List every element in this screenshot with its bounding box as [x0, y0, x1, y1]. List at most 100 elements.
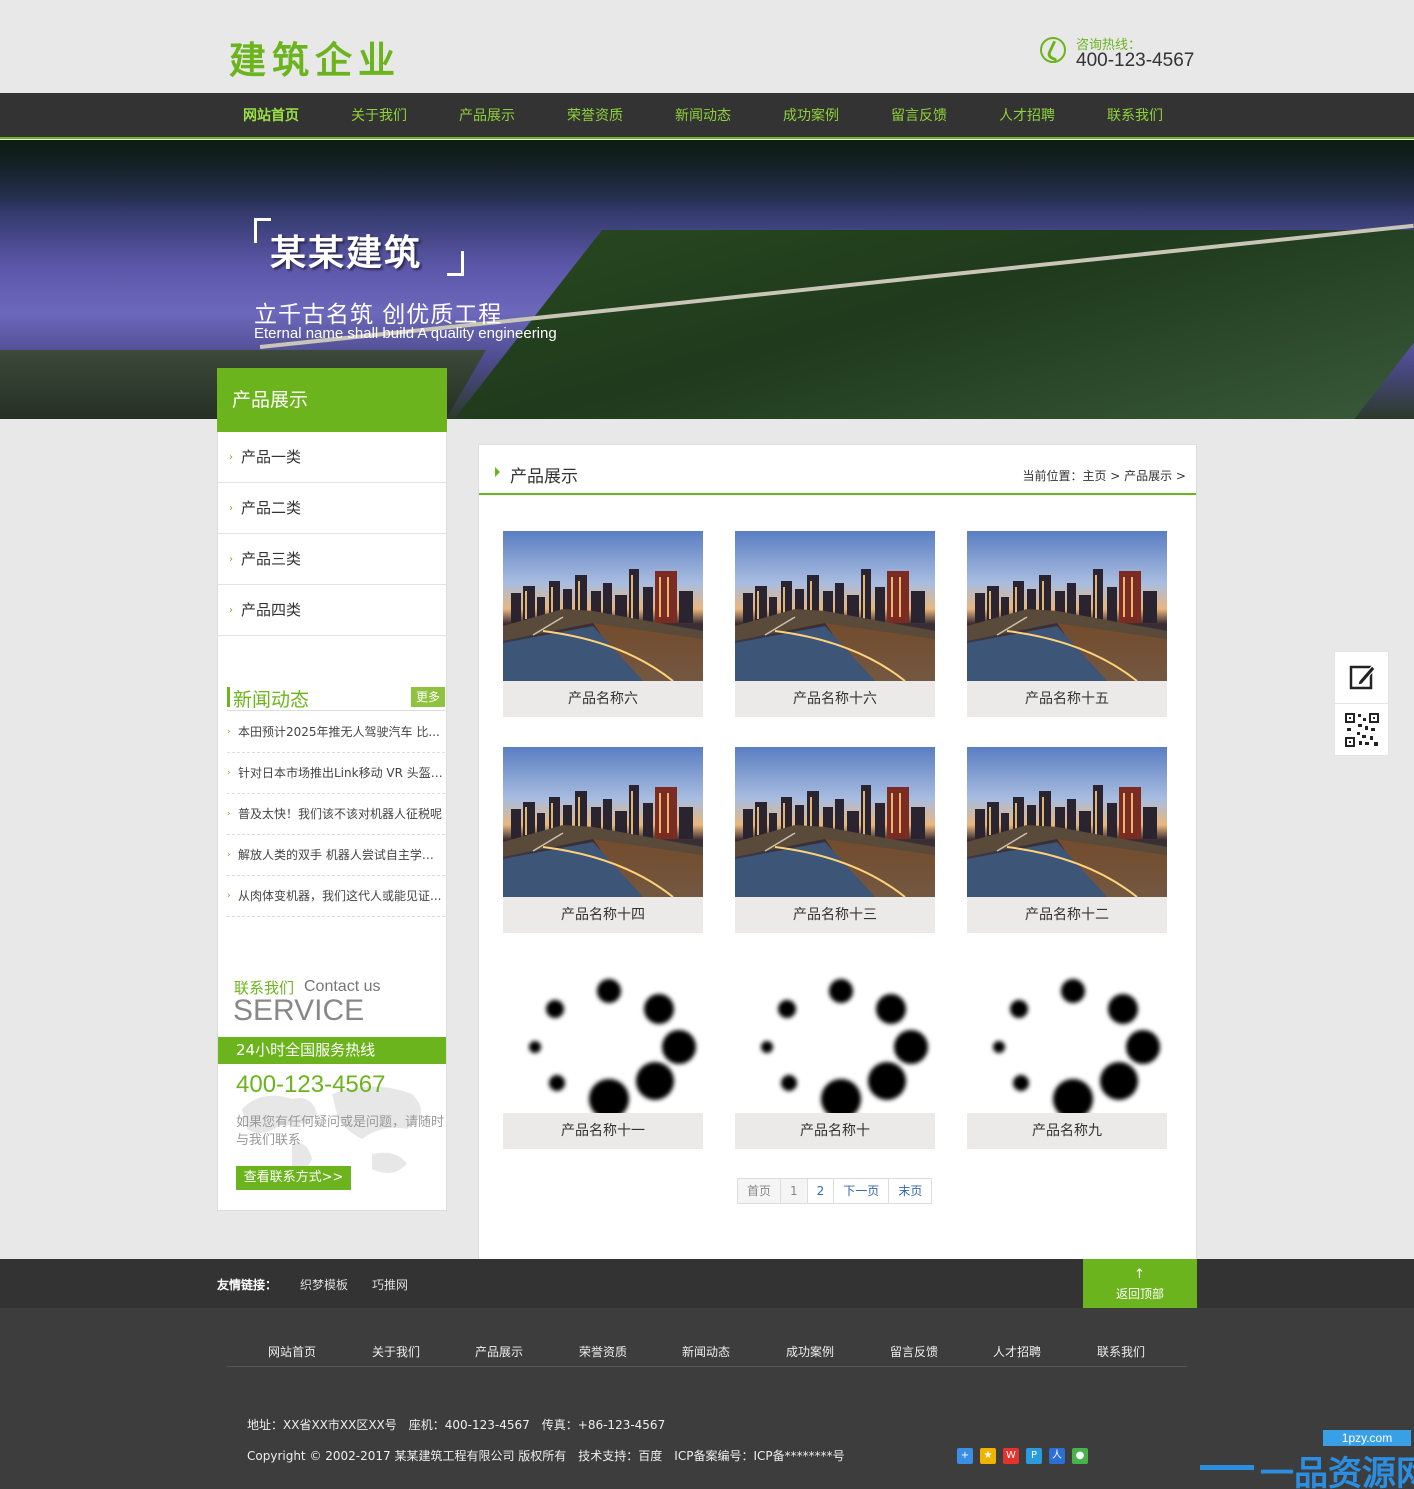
product-card[interactable]: 产品名称十四 [503, 747, 703, 933]
qr-code-button[interactable] [1335, 704, 1388, 755]
category-label: 产品三类 [241, 550, 302, 568]
pager-last[interactable]: 末页 [889, 1179, 931, 1203]
sidebar-category[interactable]: › 产品四类 [218, 585, 446, 636]
product-image[interactable] [735, 531, 935, 681]
nav-news[interactable]: 新闻动态 [649, 93, 757, 139]
footer-nav-item[interactable]: 关于我们 [372, 1343, 420, 1360]
site-logo[interactable]: 建筑企业 [229, 30, 401, 84]
breadcrumb[interactable]: 当前位置：主页 > 产品展示 > [1022, 467, 1186, 484]
footer-nav-item[interactable]: 留言反馈 [890, 1343, 938, 1360]
pager-first[interactable]: 首页 [738, 1179, 782, 1203]
product-name[interactable]: 产品名称六 [503, 681, 703, 717]
category-label: 产品一类 [241, 448, 302, 466]
pager-page-1[interactable]: 1 [781, 1179, 808, 1203]
nav-home[interactable]: 网站首页 [217, 93, 325, 139]
product-image[interactable] [503, 963, 703, 1113]
share-tencent-icon[interactable]: P [1026, 1448, 1042, 1464]
footer-nav-item[interactable]: 网站首页 [268, 1343, 316, 1360]
nav-about[interactable]: 关于我们 [325, 93, 433, 139]
nav-products[interactable]: 产品展示 [433, 93, 541, 139]
view-contact-button[interactable]: 查看联系方式>> [236, 1166, 351, 1190]
banner-island [437, 230, 1414, 419]
product-card[interactable]: 产品名称九 [967, 963, 1167, 1149]
product-card[interactable]: 产品名称十 [735, 963, 935, 1149]
sidebar-category[interactable]: › 产品三类 [218, 534, 446, 585]
product-card[interactable]: 产品名称十一 [503, 963, 703, 1149]
banner-slogan: 立千古名筑 创优质工程 [254, 302, 503, 328]
product-image[interactable] [967, 963, 1167, 1113]
footer-nav: 网站首页 关于我们 产品展示 荣誉资质 新闻动态 成功案例 留言反馈 人才招聘 … [227, 1343, 1187, 1367]
product-card[interactable]: 产品名称六 [503, 531, 703, 717]
product-name[interactable]: 产品名称十 [735, 1113, 935, 1149]
product-name[interactable]: 产品名称十六 [735, 681, 935, 717]
pager-next[interactable]: 下一页 [834, 1179, 890, 1203]
banner-title: 某某建筑 [270, 232, 423, 274]
pager-page-2[interactable]: 2 [808, 1179, 835, 1203]
product-image[interactable] [967, 747, 1167, 897]
news-item[interactable]: › 从肉体变机器，我们这代人或能见证... [227, 876, 445, 917]
sidebar-category[interactable]: › 产品一类 [218, 432, 446, 483]
product-image[interactable] [967, 531, 1167, 681]
nav-contact[interactable]: 联系我们 [1081, 93, 1189, 139]
footer-nav-item[interactable]: 人才招聘 [993, 1343, 1041, 1360]
arrow-up-icon: ↑ [1134, 1267, 1145, 1282]
nav-feedback[interactable]: 留言反馈 [865, 93, 973, 139]
news-item[interactable]: › 针对日本市场推出Link移动 VR 头盔:... [227, 753, 445, 794]
chevron-right-icon: › [229, 503, 233, 514]
news-item-title: 针对日本市场推出Link移动 VR 头盔:... [238, 766, 445, 780]
footer-nav-item[interactable]: 产品展示 [475, 1343, 523, 1360]
product-image[interactable] [503, 531, 703, 681]
news-item[interactable]: › 本田预计2025年推无人驾驶汽车 比... [227, 712, 445, 753]
footer-nav-item[interactable]: 成功案例 [786, 1343, 834, 1360]
sidebar-category[interactable]: › 产品二类 [218, 483, 446, 534]
friend-link[interactable]: 巧推网 [372, 1276, 408, 1293]
nav-honors[interactable]: 荣誉资质 [541, 93, 649, 139]
news-more-button[interactable]: 更多 [411, 687, 445, 707]
chevron-right-icon: › [227, 768, 231, 778]
sidebar-heading: 产品展示 [217, 368, 447, 432]
hotline-bar: 24小时全国服务热线 [218, 1037, 446, 1064]
feedback-button[interactable] [1335, 652, 1388, 704]
service-heading: SERVICE [233, 994, 365, 1027]
share-renren-icon[interactable]: 人 [1049, 1448, 1065, 1464]
product-name[interactable]: 产品名称十一 [503, 1113, 703, 1149]
product-card[interactable]: 产品名称十六 [735, 531, 935, 717]
product-name[interactable]: 产品名称十四 [503, 897, 703, 933]
friend-links-label: 友情链接： [217, 1278, 278, 1292]
product-image[interactable] [735, 963, 935, 1113]
product-name[interactable]: 产品名称十五 [967, 681, 1167, 717]
product-card[interactable]: 产品名称十三 [735, 747, 935, 933]
product-image[interactable] [735, 747, 935, 897]
product-name[interactable]: 产品名称九 [967, 1113, 1167, 1149]
share-qzone-icon[interactable]: ★ [980, 1448, 996, 1464]
footer-nav-item[interactable]: 联系我们 [1097, 1343, 1145, 1360]
news-item[interactable]: › 普及太快！我们该不该对机器人征税呢 [227, 794, 445, 835]
chevron-right-icon: › [227, 891, 231, 901]
city-night-image [735, 747, 935, 897]
product-card[interactable]: 产品名称十五 [967, 531, 1167, 717]
city-night-image [967, 747, 1167, 897]
back-to-top-button[interactable]: ↑ 返回顶部 [1083, 1259, 1197, 1308]
footer-nav-item[interactable]: 荣誉资质 [579, 1343, 627, 1360]
product-image[interactable] [503, 747, 703, 897]
news-item-title: 普及太快！我们该不该对机器人征税呢 [238, 807, 443, 821]
footer-nav-item[interactable]: 新闻动态 [682, 1343, 730, 1360]
news-item[interactable]: › 解放人类的双手 机器人尝试自主学习... [227, 835, 445, 876]
friend-links-bar: 友情链接： 织梦模板 巧推网 ↑ 返回顶部 [0, 1259, 1414, 1308]
share-plus-icon[interactable]: + [957, 1448, 973, 1464]
product-name[interactable]: 产品名称十二 [967, 897, 1167, 933]
share-wechat-icon[interactable]: ● [1072, 1448, 1088, 1464]
watermark-text: 一品资源网 [1260, 1454, 1414, 1489]
city-night-image [967, 531, 1167, 681]
hero-banner: 某某建筑 立千古名筑 创优质工程 Eternal name shall buil… [0, 140, 1414, 419]
nav-jobs[interactable]: 人才招聘 [973, 93, 1081, 139]
product-card[interactable]: 产品名称十二 [967, 747, 1167, 933]
nav-cases[interactable]: 成功案例 [757, 93, 865, 139]
product-name[interactable]: 产品名称十三 [735, 897, 935, 933]
watermark: 1pzy.com 一品资源网 [1200, 1428, 1414, 1489]
loading-spinner-image [735, 963, 935, 1113]
main-nav: 网站首页 关于我们 产品展示 荣誉资质 新闻动态 成功案例 留言反馈 人才招聘 … [0, 93, 1414, 139]
friend-link[interactable]: 织梦模板 [300, 1276, 348, 1293]
loading-spinner-image [503, 963, 703, 1113]
share-weibo-icon[interactable]: W [1003, 1448, 1019, 1464]
